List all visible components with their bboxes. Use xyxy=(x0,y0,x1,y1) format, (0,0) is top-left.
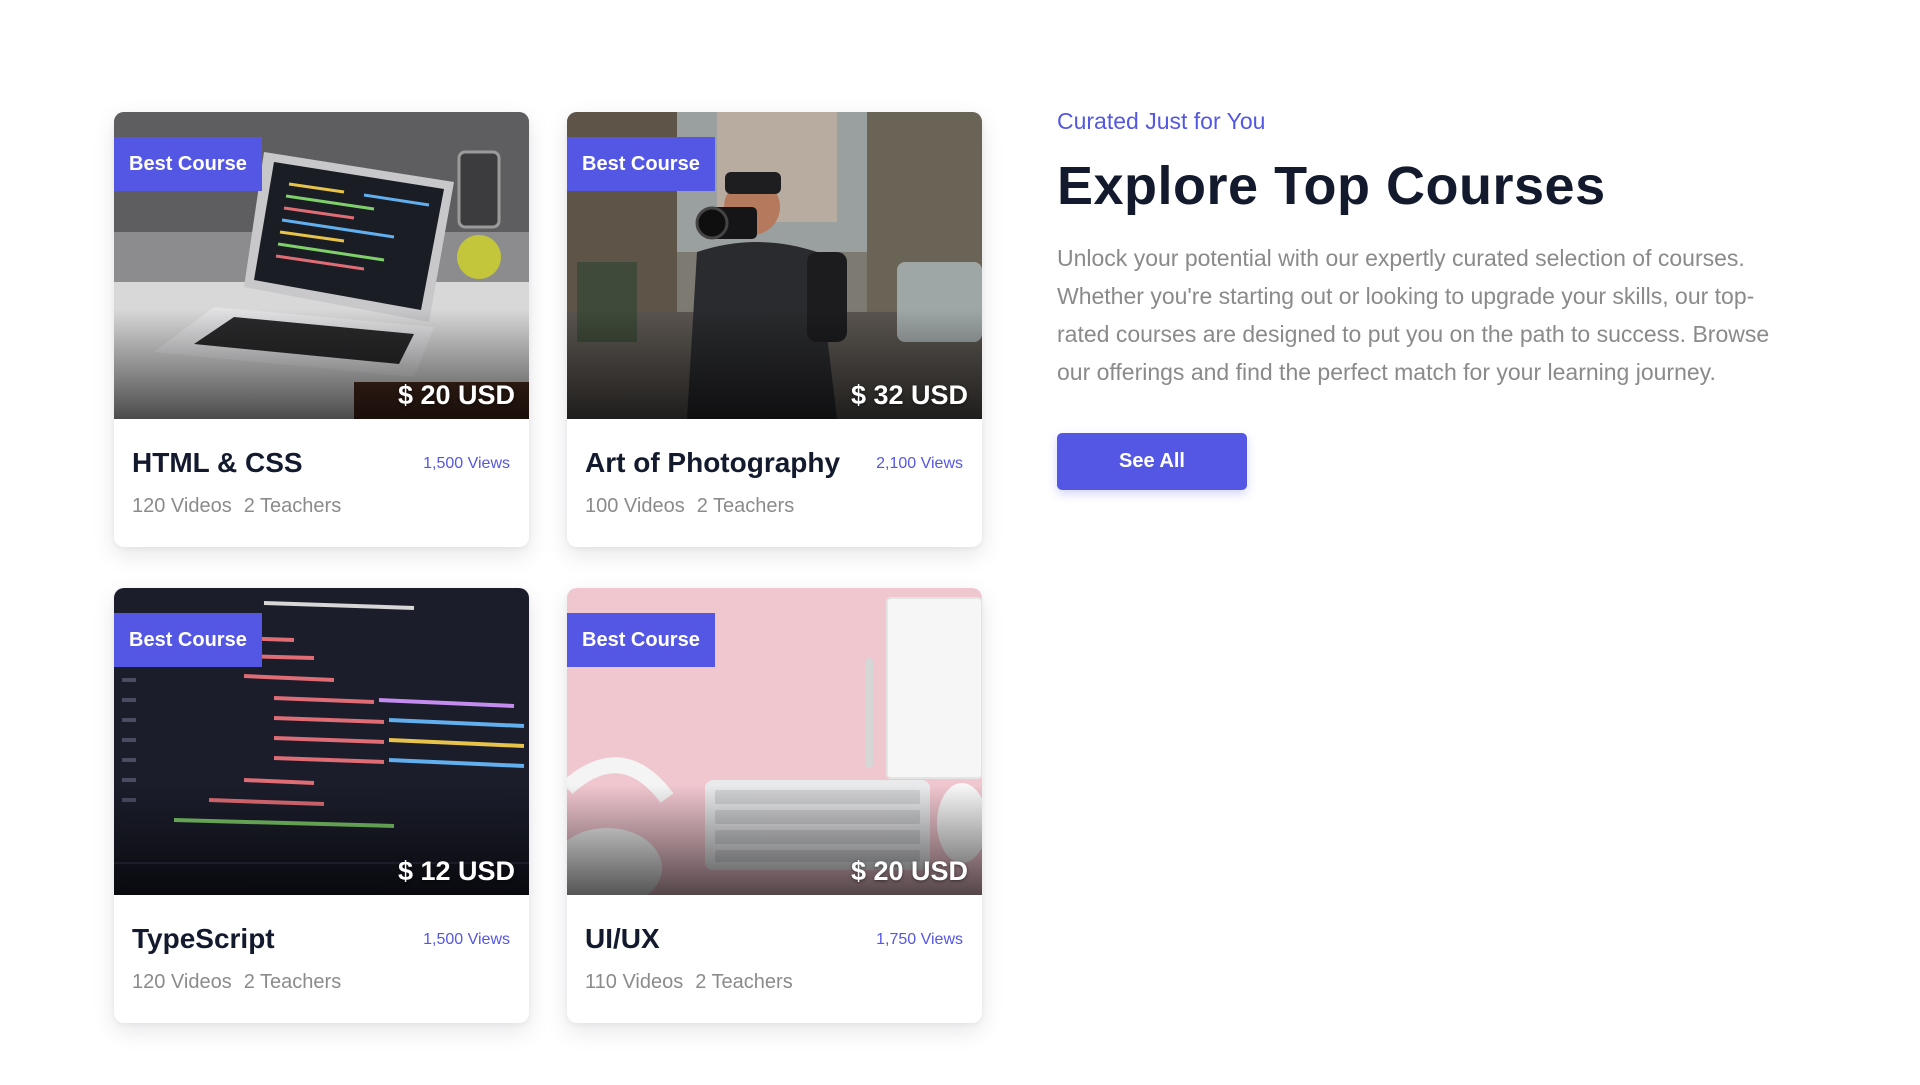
best-course-badge: Best Course xyxy=(567,137,715,191)
course-views: 1,500 Views xyxy=(423,931,510,948)
course-thumbnail[interactable]: Best Course $ 20 USD xyxy=(114,112,529,419)
course-grid: Best Course $ 20 USD HTML & CSS 1,500 Vi… xyxy=(114,112,984,1024)
course-views: 1,750 Views xyxy=(876,931,963,948)
best-course-badge: Best Course xyxy=(567,613,715,667)
video-count: 110 Videos xyxy=(585,971,684,993)
course-card-typescript[interactable]: Best Course $ 12 USD TypeScript 1,500 Vi… xyxy=(114,588,529,1023)
course-info: Art of Photography 2,100 Views 100 Video… xyxy=(567,419,982,547)
course-info: HTML & CSS 1,500 Views 120 Videos 2 Teach… xyxy=(114,419,529,547)
teacher-count: 2 Teachers xyxy=(243,495,342,517)
teacher-count: 2 Teachers xyxy=(696,495,795,517)
course-views: 1,500 Views xyxy=(423,455,510,472)
course-thumbnail[interactable]: Best Course $ 32 USD xyxy=(567,112,982,419)
course-card-photography[interactable]: Best Course $ 32 USD Art of Photography … xyxy=(567,112,982,547)
course-price: $ 20 USD xyxy=(397,380,515,410)
section-description: Unlock your potential with our expertly … xyxy=(1057,245,1770,385)
video-count: 120 Videos xyxy=(132,495,232,517)
course-meta: 120 Videos 2 Teachers xyxy=(132,971,353,994)
course-meta: 120 Videos 2 Teachers xyxy=(132,495,353,518)
section-intro: Curated Just for You Explore Top Courses… xyxy=(1057,108,1797,490)
best-course-badge: Best Course xyxy=(114,613,262,667)
course-info: UI/UX 1,750 Views 110 Videos 2 Teachers xyxy=(567,895,982,1023)
best-course-badge: Best Course xyxy=(114,137,262,191)
course-meta: 110 Videos 2 Teachers xyxy=(585,971,805,994)
video-count: 120 Videos xyxy=(132,971,232,993)
course-title[interactable]: UI/UX xyxy=(585,923,660,955)
course-info: TypeScript 1,500 Views 120 Videos 2 Teach… xyxy=(114,895,529,1023)
see-all-button[interactable]: See All xyxy=(1057,433,1247,490)
course-price: $ 32 USD xyxy=(850,380,968,410)
course-thumbnail[interactable]: Best Course $ 12 USD xyxy=(114,588,529,895)
course-title[interactable]: TypeScript xyxy=(132,923,275,955)
course-views: 2,100 Views xyxy=(876,455,963,472)
video-count: 100 Videos xyxy=(585,495,685,517)
course-thumbnail[interactable]: Best Course $ 20 USD xyxy=(567,588,982,895)
teacher-count: 2 Teachers xyxy=(243,971,342,993)
teacher-count: 2 Teachers xyxy=(695,971,793,993)
course-price: $ 20 USD xyxy=(850,856,968,886)
section-heading: Explore Top Courses xyxy=(1057,156,1606,216)
course-meta: 100 Videos 2 Teachers xyxy=(585,495,806,518)
course-title[interactable]: Art of Photography xyxy=(585,447,840,479)
course-price: $ 12 USD xyxy=(397,856,515,886)
course-card-html-css[interactable]: Best Course $ 20 USD HTML & CSS 1,500 Vi… xyxy=(114,112,529,547)
course-card-ui-ux[interactable]: Best Course $ 20 USD UI/UX 1,750 Views 1… xyxy=(567,588,982,1023)
section-eyebrow: Curated Just for You xyxy=(1057,108,1266,134)
course-title[interactable]: HTML & CSS xyxy=(132,447,303,479)
